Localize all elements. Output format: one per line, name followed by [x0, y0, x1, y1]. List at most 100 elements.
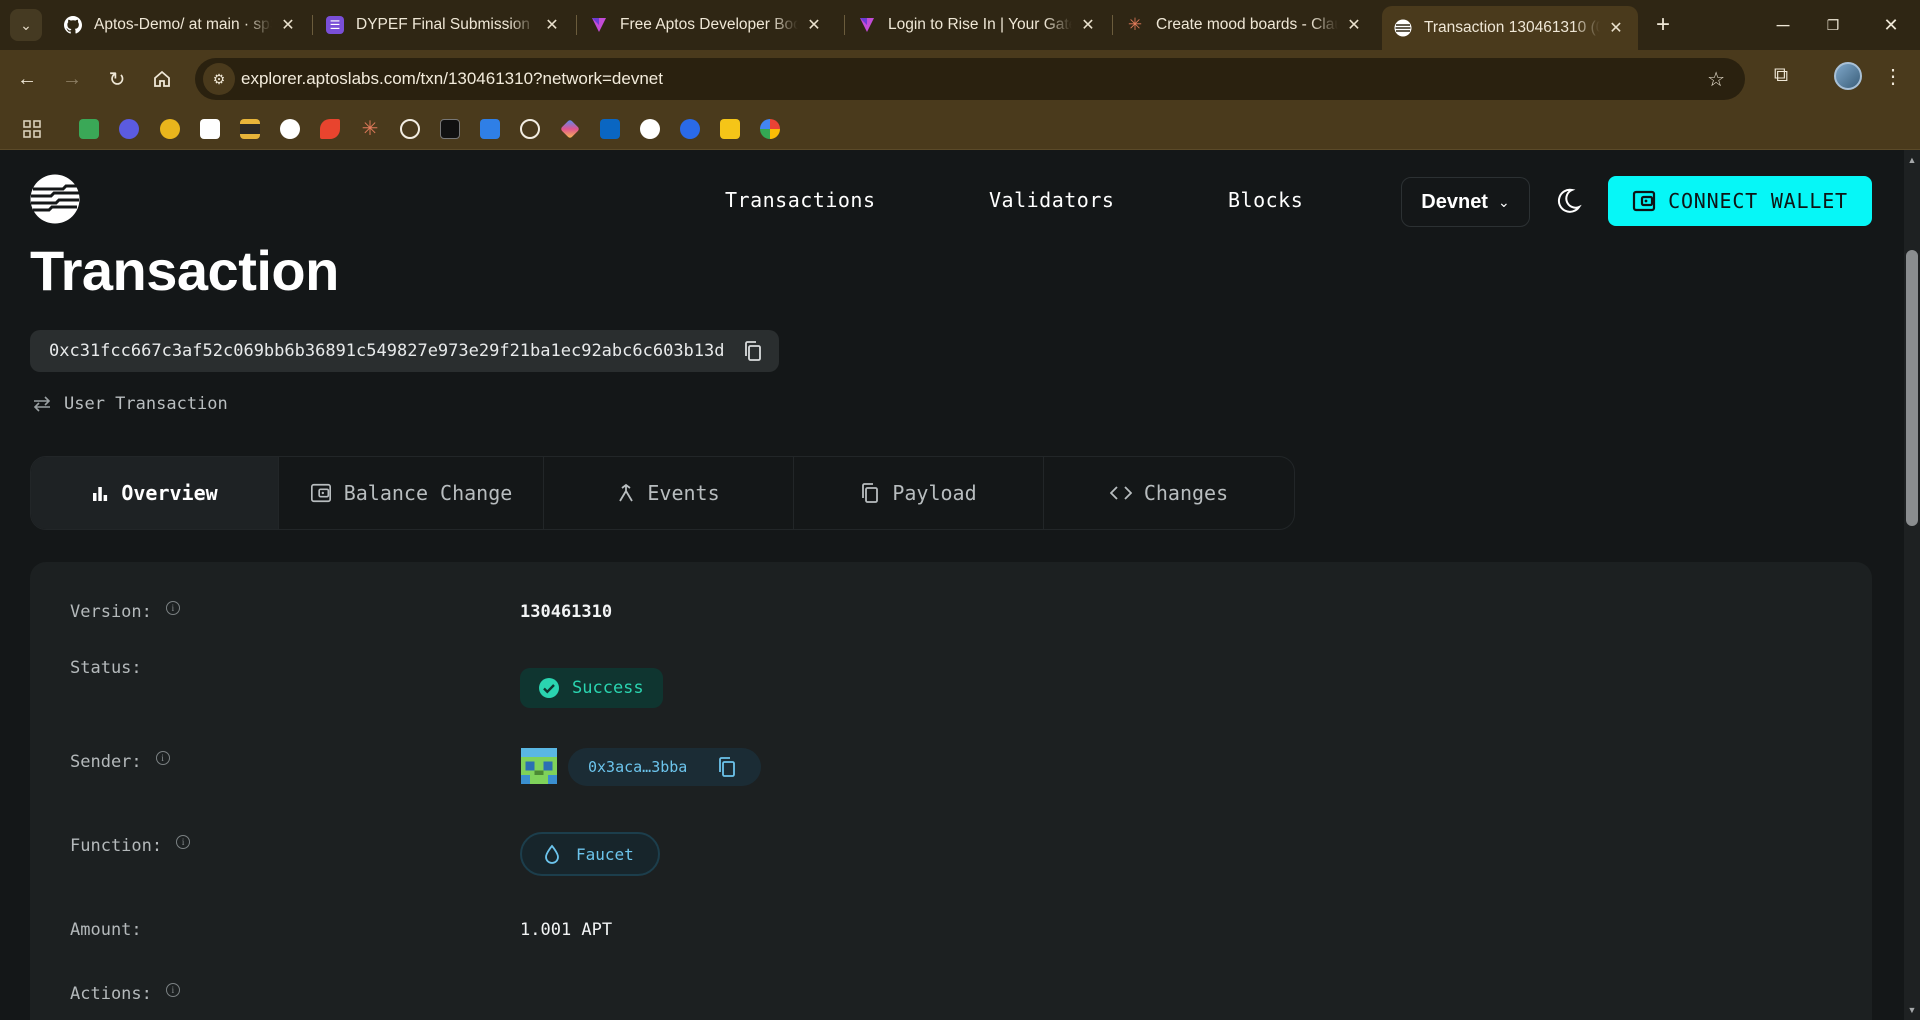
sender-avatar[interactable]: [520, 748, 558, 784]
transaction-type: User Transaction: [32, 394, 228, 414]
browser-tab-1[interactable]: Aptos-Demo/ at main · spS ✕: [52, 6, 310, 44]
bookmark-star-icon[interactable]: ☆: [1707, 67, 1725, 92]
home-button[interactable]: [147, 64, 177, 94]
wallet-icon: [310, 483, 331, 503]
tab-payload[interactable]: Payload: [794, 457, 1044, 529]
tab-balance-change-label: Balance Change: [343, 481, 513, 505]
bookmark-ticket-icon[interactable]: [240, 119, 260, 139]
nav-blocks[interactable]: Blocks: [1228, 188, 1303, 212]
nav-transactions[interactable]: Transactions: [725, 188, 876, 212]
linkedin-icon[interactable]: [600, 119, 620, 139]
bookmark-bot-icon[interactable]: [440, 119, 460, 139]
tab-separator: [576, 15, 577, 35]
browser-tab-2[interactable]: ☰ DYPEF Final Submission ✕: [314, 6, 574, 44]
info-icon[interactable]: i: [165, 983, 180, 997]
close-icon[interactable]: ✕: [804, 15, 824, 35]
tab-title: Transaction 130461310 (0x: [1424, 19, 1600, 36]
info-icon[interactable]: i: [176, 835, 191, 849]
claude-icon: ✳: [1127, 15, 1143, 34]
function-badge[interactable]: Faucet: [520, 832, 660, 876]
amount-label: Amount:: [70, 920, 142, 940]
bookmark-six-icon[interactable]: [280, 119, 300, 139]
overview-card: Version: i 130461310 Status: Success Sen…: [30, 562, 1872, 1020]
amount-row-label: Amount:: [70, 920, 142, 940]
tab-events[interactable]: Events: [544, 457, 794, 529]
close-icon[interactable]: ✕: [1344, 15, 1364, 35]
close-icon[interactable]: ✕: [542, 15, 562, 35]
reload-button[interactable]: ↻: [102, 64, 132, 94]
address-bar[interactable]: ⚙ explorer.aptoslabs.com/txn/130461310?n…: [195, 58, 1745, 100]
restore-button[interactable]: ❐: [1810, 10, 1856, 40]
function-name: Faucet: [576, 844, 634, 864]
version-row-label: Version: i: [70, 601, 180, 622]
bookmark-download-icon[interactable]: [79, 119, 99, 139]
home-icon: [154, 70, 170, 87]
status-badge: Success: [520, 668, 663, 708]
scrollbar-thumb[interactable]: [1906, 250, 1918, 526]
apps-grid-icon[interactable]: [22, 119, 42, 139]
tab-balance-change[interactable]: Balance Change: [279, 457, 544, 529]
copy-icon: [862, 483, 879, 503]
bookmark-cloud-icon[interactable]: [119, 119, 139, 139]
tab-separator: [312, 15, 313, 35]
openai-icon[interactable]: [520, 119, 540, 139]
new-tab-button[interactable]: +: [1648, 10, 1678, 40]
close-icon[interactable]: ✕: [1606, 18, 1626, 38]
bookmark-k-icon[interactable]: [680, 119, 700, 139]
form-icon: ☰: [326, 16, 344, 34]
back-button[interactable]: ←: [12, 64, 42, 94]
tab-title: Login to Rise In | Your Gate: [888, 16, 1072, 33]
browser-tab-5[interactable]: ✳ Create mood boards - Clau ✕: [1114, 6, 1376, 44]
info-icon[interactable]: i: [165, 601, 180, 615]
bookmark-ring-icon[interactable]: [400, 119, 420, 139]
copy-icon[interactable]: [717, 756, 737, 778]
sender-address-link[interactable]: 0x3aca…3bba: [568, 748, 761, 786]
close-icon[interactable]: ✕: [1078, 15, 1098, 35]
nav-validators[interactable]: Validators: [989, 188, 1114, 212]
bookmark-coin-icon[interactable]: [160, 119, 180, 139]
minimize-button[interactable]: ─: [1760, 10, 1806, 40]
profile-avatar[interactable]: [1834, 62, 1862, 90]
theme-toggle-moon-icon[interactable]: [1553, 186, 1583, 216]
wallet-icon: [1633, 190, 1656, 212]
tab-events-label: Events: [647, 481, 720, 505]
amount-value: 1.001 APT: [520, 920, 613, 940]
close-icon[interactable]: ✕: [278, 15, 298, 35]
aptos-logo[interactable]: [30, 174, 80, 224]
tab-changes[interactable]: Changes: [1044, 457, 1294, 529]
info-icon[interactable]: i: [155, 751, 170, 765]
window-close-button[interactable]: ✕: [1868, 10, 1914, 40]
connect-wallet-button[interactable]: CONNECT WALLET: [1608, 176, 1872, 226]
forward-button[interactable]: →: [57, 64, 87, 94]
github-icon[interactable]: [640, 119, 660, 139]
tab-overview[interactable]: Overview: [31, 457, 279, 529]
browser-tab-strip: ⌄ Aptos-Demo/ at main · spS ✕ ☰ DYPEF Fi…: [0, 0, 1920, 50]
bookmark-flash-icon[interactable]: [320, 119, 340, 139]
browser-menu-icon[interactable]: ⋮: [1878, 64, 1908, 89]
browser-tab-3[interactable]: Free Aptos Developer Boot ✕: [578, 6, 836, 44]
tab-search-button[interactable]: ⌄: [10, 9, 42, 41]
water-drop-icon: [545, 844, 559, 864]
scroll-down-arrow-icon[interactable]: ▼: [1904, 1002, 1920, 1018]
claude-icon[interactable]: ✳: [360, 119, 380, 139]
transaction-tabs: Overview Balance Change Events Payload C…: [30, 456, 1295, 530]
tab-changes-label: Changes: [1143, 481, 1229, 505]
bookmark-photo-icon[interactable]: [720, 119, 740, 139]
google-icon[interactable]: [760, 119, 780, 139]
connect-wallet-label: CONNECT WALLET: [1668, 189, 1848, 213]
amazon-icon[interactable]: [200, 119, 220, 139]
site-info-icon[interactable]: ⚙: [203, 63, 235, 95]
browser-tab-4[interactable]: Login to Rise In | Your Gate ✕: [846, 6, 1110, 44]
function-row-label: Function: i: [70, 835, 191, 856]
function-label: Function:: [70, 836, 163, 856]
browser-tab-6-active[interactable]: Transaction 130461310 (0x ✕: [1382, 6, 1638, 50]
extensions-icon[interactable]: ⧉: [1766, 64, 1796, 87]
scroll-up-arrow-icon[interactable]: ▲: [1904, 152, 1920, 168]
url-text[interactable]: explorer.aptoslabs.com/txn/130461310?net…: [241, 69, 663, 89]
bookmark-butterfly-icon[interactable]: [480, 119, 500, 139]
events-icon: [619, 483, 634, 502]
code-icon: [1109, 486, 1132, 500]
copy-icon[interactable]: [743, 340, 763, 362]
network-selector[interactable]: Devnet ⌄: [1401, 177, 1530, 227]
gemini-icon[interactable]: [560, 119, 580, 139]
